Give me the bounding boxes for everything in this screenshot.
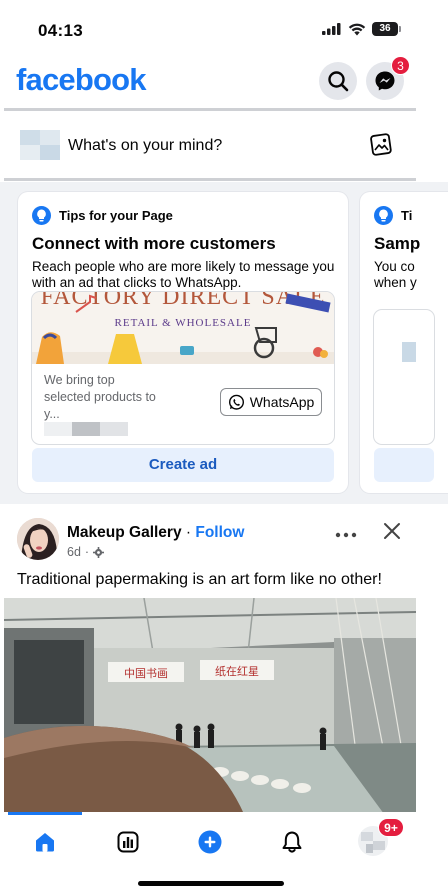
facebook-logo[interactable]: facebook xyxy=(16,62,147,98)
status-time: 04:13 xyxy=(38,21,83,40)
post-header: Makeup Gallery · Follow 6d · xyxy=(0,508,448,568)
tip-card: Tips for your Page Connect with more cus… xyxy=(18,192,348,493)
lightbulb-icon xyxy=(374,206,393,225)
ad-preview-image: FACTORY DIRECT SALE RETAIL & WHOLESALE xyxy=(32,292,334,364)
cellular-signal-icon xyxy=(322,23,341,35)
banner-left: 中国书画 xyxy=(124,667,168,680)
banner-right: 纸在红星 xyxy=(215,665,259,678)
post-meta: 6d · xyxy=(67,545,105,559)
ad-preview[interactable]: FACTORY DIRECT SALE RETAIL & WHOLESALE W… xyxy=(32,292,334,444)
whatsapp-icon xyxy=(228,394,244,410)
messenger-button[interactable]: 3 xyxy=(366,56,410,100)
composer-divider xyxy=(4,178,416,181)
composer-placeholder[interactable]: What's on your mind? xyxy=(68,137,222,155)
tip-label: Tips for your Page xyxy=(59,208,173,223)
header-divider xyxy=(4,108,416,111)
battery-indicator: 36 xyxy=(372,22,401,36)
ad-body-text: We bring top selected products to y... xyxy=(44,373,156,421)
more-icon xyxy=(335,532,357,538)
post-avatar[interactable] xyxy=(17,518,59,560)
tip-header: Ti xyxy=(374,206,412,225)
blurred-profile-image xyxy=(44,422,128,436)
search-icon xyxy=(328,71,349,92)
home-icon xyxy=(36,833,54,852)
lightbulb-icon xyxy=(32,206,51,225)
wifi-icon xyxy=(348,23,366,35)
whatsapp-button-label: WhatsApp xyxy=(249,394,315,410)
tip-description: Reach people who are more likely to mess… xyxy=(32,259,335,290)
post-time[interactable]: 6d xyxy=(67,545,81,559)
photo-icon[interactable] xyxy=(368,132,394,158)
tip-title: Connect with more customers xyxy=(32,234,276,253)
bell-icon xyxy=(282,831,302,853)
post-author-line: Makeup Gallery · Follow xyxy=(67,524,244,542)
gear-icon xyxy=(93,546,105,558)
tip-header: Tips for your Page xyxy=(32,206,173,225)
product-illustration xyxy=(32,293,334,364)
tips-carousel[interactable]: Tips for your Page Connect with more cus… xyxy=(0,182,448,504)
post-text: Traditional papermaking is an art form l… xyxy=(17,571,382,588)
messenger-badge: 3 xyxy=(391,56,410,75)
tip-description-line: You co xyxy=(374,259,415,274)
tip-description: You co when y xyxy=(374,259,448,291)
nav-dashboard[interactable] xyxy=(114,828,142,856)
dashboard-icon xyxy=(117,831,139,853)
more-options-button[interactable] xyxy=(333,522,359,542)
bottom-nav: 9+ xyxy=(0,812,448,890)
post-separator: · xyxy=(185,524,192,541)
tip-title: Samp xyxy=(374,234,421,253)
tip-description-line: when y xyxy=(374,275,417,290)
composer[interactable]: What's on your mind? xyxy=(0,112,448,178)
nav-notifications[interactable] xyxy=(278,828,306,856)
plus-icon xyxy=(198,830,222,854)
whatsapp-button[interactable]: WhatsApp xyxy=(220,388,322,416)
nav-active-indicator xyxy=(8,812,82,815)
nav-home[interactable] xyxy=(31,828,59,856)
close-icon[interactable] xyxy=(381,520,403,542)
page-avatar[interactable] xyxy=(18,128,62,162)
tip-card-next: Ti Samp You co when y xyxy=(360,192,448,493)
ad-preview xyxy=(374,310,434,444)
follow-button[interactable]: Follow xyxy=(195,524,244,541)
create-ad-button[interactable] xyxy=(374,448,434,482)
battery-level: 36 xyxy=(379,23,391,34)
status-icons: 36 xyxy=(322,22,401,36)
home-indicator xyxy=(138,881,284,886)
post-image[interactable]: 中国书画 纸在红星 xyxy=(4,598,416,814)
messenger-icon xyxy=(375,71,395,91)
create-ad-button[interactable]: Create ad xyxy=(32,448,334,482)
status-bar: 04:13 36 xyxy=(0,0,448,56)
profile-badge: 9+ xyxy=(378,818,404,837)
meta-separator: · xyxy=(84,545,90,559)
app-header: facebook 3 xyxy=(0,56,448,108)
tip-label: Ti xyxy=(401,208,413,223)
nav-create[interactable] xyxy=(196,828,224,856)
search-button[interactable] xyxy=(319,62,357,100)
post-author[interactable]: Makeup Gallery xyxy=(67,524,182,541)
